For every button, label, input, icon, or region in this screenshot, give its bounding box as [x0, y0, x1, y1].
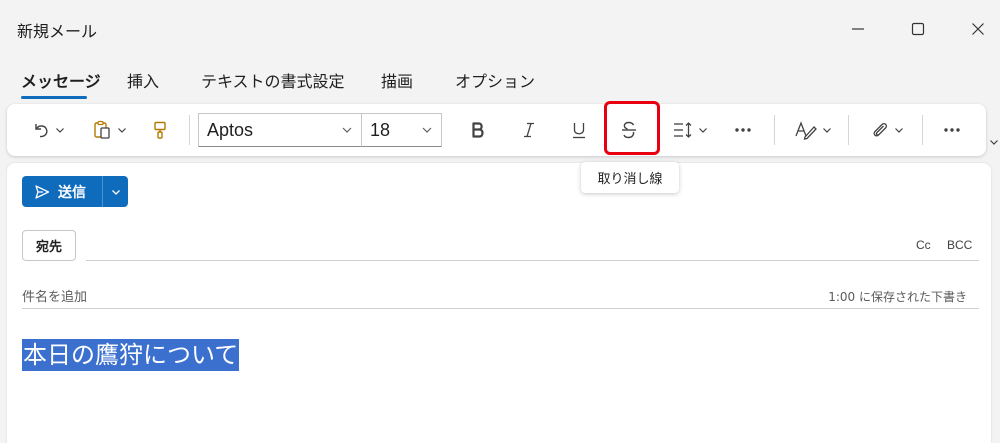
- font-size-value: 18: [370, 119, 391, 140]
- chevron-down-icon: [895, 128, 903, 133]
- toolbar-separator: [922, 115, 923, 145]
- underline-icon: [573, 123, 585, 139]
- send-button[interactable]: 送信: [22, 176, 102, 207]
- title-bar: 新規メール: [0, 0, 1000, 58]
- chevron-down-icon: [56, 128, 64, 133]
- to-field[interactable]: [86, 260, 979, 261]
- subject-underline: [22, 308, 979, 309]
- window-title: 新規メール: [17, 22, 98, 41]
- toolbar-separator: [774, 115, 775, 145]
- ribbon-tabs: メッセージ 挿入 テキストの書式設定 描画 オプション: [0, 60, 1000, 100]
- toolbar-separator: [848, 115, 849, 145]
- bcc-button[interactable]: BCC: [947, 238, 972, 252]
- editor-button[interactable]: [788, 114, 838, 146]
- undo-icon: [35, 124, 48, 138]
- to-button[interactable]: 宛先: [22, 230, 76, 261]
- bold-icon: [472, 122, 484, 138]
- font-size-combo[interactable]: 18: [361, 113, 442, 147]
- message-body-selected-text[interactable]: 本日の鷹狩について: [22, 339, 240, 371]
- tab-options[interactable]: オプション: [455, 68, 535, 92]
- subject-input[interactable]: 件名を追加: [22, 286, 87, 305]
- more-icon: [944, 128, 960, 132]
- draft-saved-status: 1:00 に保存された下書き: [828, 290, 967, 304]
- format-painter-button[interactable]: [145, 114, 175, 146]
- tab-format-text[interactable]: テキストの書式設定: [201, 68, 345, 92]
- strikethrough-icon: [622, 121, 636, 139]
- line-spacing-icon: [674, 122, 692, 138]
- strikethrough-button[interactable]: [613, 114, 645, 146]
- cc-button[interactable]: Cc: [916, 238, 931, 252]
- bold-button[interactable]: [462, 114, 494, 146]
- maximize-button[interactable]: [898, 12, 938, 46]
- tab-message[interactable]: メッセージ: [21, 68, 101, 92]
- line-spacing-button[interactable]: [667, 114, 713, 146]
- close-icon: [972, 23, 984, 35]
- more-options-button-2[interactable]: [936, 114, 968, 146]
- toolbar-separator: [189, 115, 190, 145]
- attach-icon: [873, 123, 887, 137]
- chevron-down-icon: [823, 128, 831, 133]
- paste-icon: [94, 120, 110, 139]
- send-options-dropdown[interactable]: [103, 176, 128, 207]
- chevron-down-icon: [111, 189, 120, 195]
- chevron-down-icon: [342, 127, 352, 133]
- font-name-value: Aptos: [207, 119, 254, 140]
- maximize-icon: [911, 22, 925, 36]
- italic-icon: [524, 122, 534, 138]
- send-label: 送信: [58, 184, 86, 201]
- send-icon: [35, 184, 50, 199]
- paste-button[interactable]: [85, 114, 133, 146]
- tab-draw[interactable]: 描画: [381, 68, 413, 92]
- close-button[interactable]: [958, 12, 998, 46]
- active-tab-indicator: [21, 96, 87, 99]
- ribbon-expand-chevron-icon[interactable]: [989, 137, 999, 147]
- format-painter-icon: [154, 121, 166, 139]
- chevron-down-icon: [699, 128, 707, 133]
- chevron-down-icon: [118, 128, 126, 133]
- tab-insert[interactable]: 挿入: [127, 68, 159, 92]
- minimize-icon: [852, 28, 864, 30]
- font-name-combo[interactable]: Aptos: [198, 113, 362, 147]
- undo-button[interactable]: [25, 114, 71, 146]
- strikethrough-tooltip: 取り消し線: [581, 162, 679, 193]
- send-button-group: 送信: [22, 176, 128, 207]
- chevron-down-icon: [422, 127, 432, 133]
- ribbon-toolbar: Aptos 18: [7, 104, 986, 156]
- italic-button[interactable]: [513, 114, 545, 146]
- minimize-button[interactable]: [838, 12, 878, 46]
- underline-button[interactable]: [563, 114, 595, 146]
- editor-icon: [795, 121, 817, 140]
- more-options-button[interactable]: [727, 114, 759, 146]
- more-icon: [735, 128, 751, 132]
- attach-file-button[interactable]: [862, 114, 912, 146]
